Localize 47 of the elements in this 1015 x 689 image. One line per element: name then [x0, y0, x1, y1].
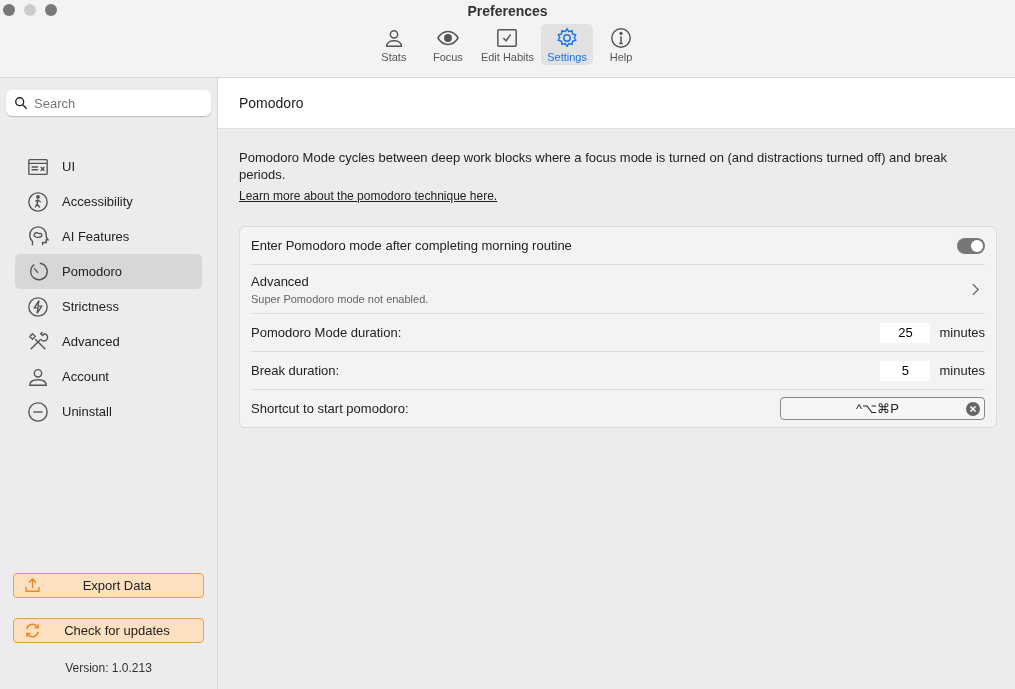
- sidebar-item[interactable]: Strictness: [15, 289, 202, 324]
- setting-label: Shortcut to start pomodoro:: [251, 401, 409, 416]
- description-text: Pomodoro Mode cycles between deep work blocks where a focus mode is turned on (and distractions turned off) and break periods.: [239, 149, 948, 183]
- unit-label: minutes: [939, 325, 985, 340]
- number-field[interactable]: 5: [880, 360, 931, 381]
- chevron-right-icon[interactable]: [972, 282, 979, 296]
- window-title: Preferences: [467, 3, 548, 19]
- clear-icon[interactable]: [966, 401, 980, 416]
- head-icon: [27, 225, 49, 248]
- search-field[interactable]: Search: [6, 90, 211, 116]
- toolbar-tab[interactable]: Edit Habits: [475, 24, 540, 65]
- setting-label: Pomodoro Mode duration:: [251, 325, 402, 340]
- section-title: Pomodoro: [239, 95, 304, 111]
- setting-label: Enter Pomodoro mode after completing morning routine: [251, 238, 572, 253]
- close-window-button[interactable]: [3, 4, 15, 16]
- sidebar-item[interactable]: Uninstall: [15, 394, 202, 429]
- toolbar-tab[interactable]: Stats: [367, 24, 420, 65]
- learn-more-link[interactable]: Learn more about the pomodoro technique here.: [239, 189, 498, 203]
- zoom-window-button[interactable]: [45, 4, 57, 16]
- sidebar-item[interactable]: Accessibility: [15, 184, 202, 219]
- sidebar-button[interactable]: Check for updates: [13, 618, 204, 643]
- toolbar-tab[interactable]: Help: [595, 24, 648, 65]
- setting-subtitle: Super Pomodoro mode not enabled.: [251, 293, 429, 305]
- lightning-icon: [27, 295, 49, 318]
- sidebar-item[interactable]: Pomodoro: [15, 254, 202, 289]
- number-field[interactable]: 25: [880, 322, 931, 343]
- setting-label: Advanced: [251, 274, 310, 289]
- version-label: Version: 1.0.213: [64, 661, 153, 675]
- toggle-switch[interactable]: [957, 237, 985, 254]
- refresh-icon: [24, 622, 41, 639]
- setting-label: Break duration:: [251, 363, 340, 378]
- minus-circle-icon: [27, 400, 49, 423]
- timer-icon: [27, 260, 49, 283]
- toolbar-tab[interactable]: Focus: [421, 24, 474, 65]
- sidebar-item[interactable]: Advanced: [15, 324, 202, 359]
- walking-person-icon: [27, 190, 49, 213]
- info-icon: [610, 27, 633, 49]
- upload-icon: [24, 577, 41, 594]
- sidebar-item[interactable]: UI: [15, 149, 202, 184]
- sidebar-item[interactable]: Account: [15, 359, 202, 394]
- shortcut-field[interactable]: ^⌥⌘P: [780, 397, 985, 420]
- sidebar-button[interactable]: Export Data: [13, 573, 204, 598]
- sidebar-item[interactable]: AI Features: [15, 219, 202, 254]
- unit-label: minutes: [939, 363, 985, 378]
- settings-icon: [556, 27, 579, 49]
- toolbar-tab[interactable]: Settings: [541, 24, 594, 65]
- checkbox-icon: [496, 27, 519, 49]
